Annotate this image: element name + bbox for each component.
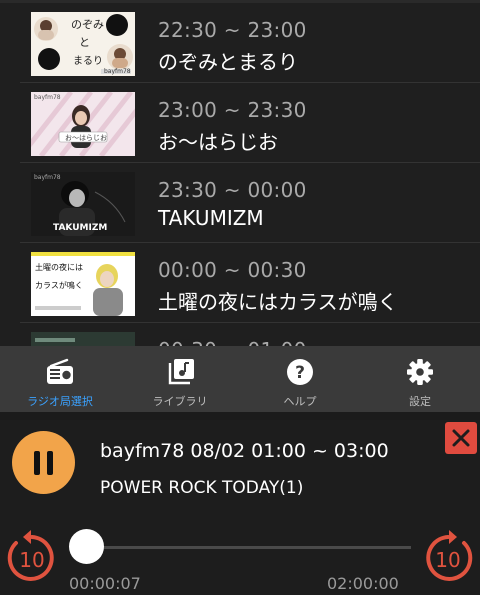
list-item-program[interactable]: bayfm78 お〜はらじお 23:00 ~ 23:30 お〜はらじお — [20, 83, 480, 163]
program-title: のぞみとまるり — [158, 50, 298, 74]
thumb-text: bayfm78 — [34, 174, 61, 181]
thumb-badge: bayfm78 — [104, 68, 131, 75]
skip-forward-label: 10 — [435, 548, 460, 572]
list-item-program[interactable]: のぞみ と まるり bayfm78 22:30 ~ 23:00 のぞみとまるり — [20, 3, 480, 83]
program-thumbnail: 土曜の夜には カラスが鳴く — [31, 252, 135, 316]
thumb-text: お〜はらじお — [65, 134, 107, 142]
thumb-text: まるり — [73, 56, 103, 67]
tab-label: ライブラリ — [152, 395, 208, 408]
skip-back-label: 10 — [19, 548, 44, 572]
program-thumbnail: のぞみ と まるり bayfm78 — [31, 12, 135, 76]
tab-settings[interactable]: 設定 — [360, 346, 480, 412]
list-item-program[interactable]: 00:30 ~ 01:00 — [20, 323, 480, 346]
seek-bar[interactable] — [86, 546, 411, 549]
program-thumbnail: bayfm78 TAKUMIZM — [31, 172, 135, 236]
thumb-text: TAKUMIZM — [53, 223, 108, 233]
library-icon — [165, 358, 195, 386]
list-item-program[interactable]: bayfm78 TAKUMIZM 23:30 ~ 00:00 TAKUMIZM — [20, 163, 480, 243]
program-time: 23:30 ~ 00:00 — [158, 178, 307, 202]
radio-icon — [45, 358, 75, 386]
settings-icon — [405, 358, 435, 386]
rewind-10-icon: 10 — [7, 530, 54, 581]
thumb-text: 土曜の夜には — [35, 263, 83, 272]
skip-back-10-button[interactable]: 10 — [4, 530, 60, 586]
close-button[interactable] — [445, 422, 477, 454]
help-icon: ? — [285, 358, 315, 386]
tab-label: ラジオ局選択 — [27, 395, 93, 408]
thumb-text: と — [79, 36, 90, 49]
forward-10-icon: 10 — [426, 530, 473, 581]
pause-icon — [34, 451, 40, 475]
tab-label: 設定 — [409, 395, 431, 408]
seek-knob[interactable] — [69, 529, 104, 564]
program-time: 22:30 ~ 23:00 — [158, 18, 307, 42]
program-time: 00:30 ~ 01:00 — [158, 338, 307, 346]
program-title: TAKUMIZM — [158, 206, 264, 230]
tab-library[interactable]: ライブラリ — [120, 346, 240, 412]
tab-radio-station[interactable]: ラジオ局選択 — [0, 346, 120, 412]
current-time: 00:00:07 — [69, 574, 141, 593]
tab-help[interactable]: ? ヘルプ — [240, 346, 360, 412]
program-title: お〜はらじお — [158, 130, 278, 154]
program-thumbnail: bayfm78 お〜はらじお — [31, 92, 135, 156]
thumb-text: カラスが鳴く — [35, 281, 83, 290]
program-thumbnail — [31, 332, 135, 346]
program-time: 00:00 ~ 00:30 — [158, 258, 307, 282]
now-playing-program: POWER ROCK TODAY(1) — [100, 478, 304, 498]
program-title: 土曜の夜にはカラスが鳴く — [158, 290, 398, 314]
program-time: 23:00 ~ 23:30 — [158, 98, 307, 122]
now-playing-station-time: bayfm78 08/02 01:00 ~ 03:00 — [100, 440, 389, 462]
total-time: 02:00:00 — [327, 574, 399, 593]
close-icon — [452, 429, 470, 447]
svg-text:?: ? — [295, 363, 305, 383]
list-item-program[interactable]: 土曜の夜には カラスが鳴く 00:00 ~ 00:30 土曜の夜にはカラスが鳴く — [20, 243, 480, 323]
tab-bar: ラジオ局選択 ライブラリ ? ヘルプ 設定 — [0, 346, 480, 412]
thumb-text: bayfm78 — [34, 94, 61, 101]
pause-icon — [47, 451, 53, 475]
now-playing-panel: bayfm78 08/02 01:00 ~ 03:00 POWER ROCK T… — [0, 420, 480, 595]
thumb-text: のぞみ — [71, 18, 104, 31]
tab-label: ヘルプ — [283, 395, 317, 408]
pause-button[interactable] — [12, 431, 75, 494]
program-schedule-list: のぞみ と まるり bayfm78 22:30 ~ 23:00 のぞみとまるり — [0, 0, 480, 346]
skip-forward-10-button[interactable]: 10 — [420, 530, 476, 586]
